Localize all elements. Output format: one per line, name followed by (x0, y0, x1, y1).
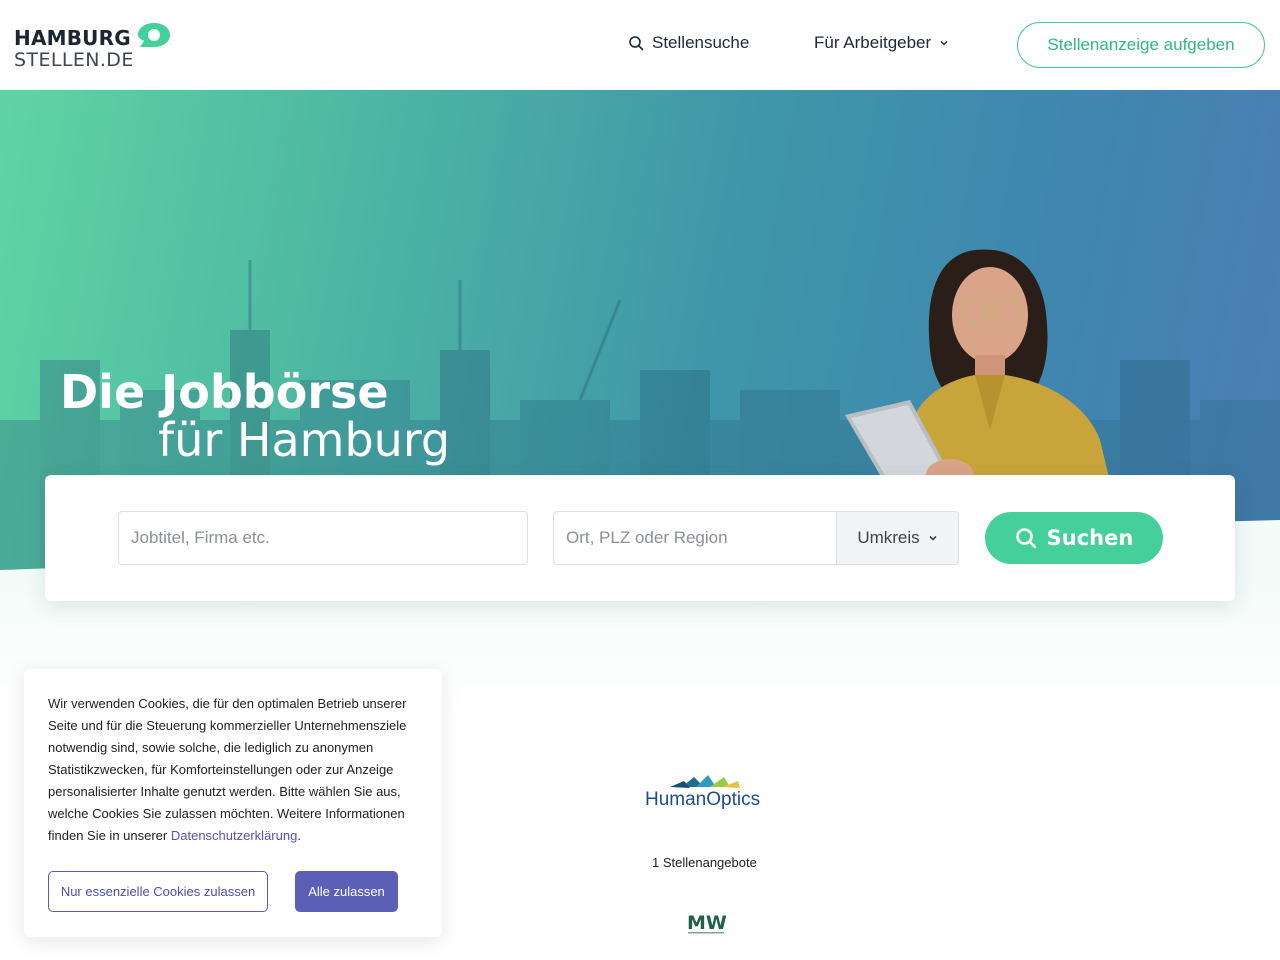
privacy-policy-link[interactable]: Datenschutzerklärung (171, 828, 297, 843)
logo-line2: STELLEN.DE (14, 49, 134, 71)
site-logo[interactable]: HAMBURG STELLEN.DE (14, 22, 174, 72)
search-icon (1015, 528, 1036, 549)
search-icon (629, 36, 644, 51)
company-job-count: 1 Stellenangebote (652, 855, 757, 870)
svg-text:HumanOptics: HumanOptics (645, 789, 760, 810)
cookie-text-body: Wir verwenden Cookies, die für den optim… (48, 696, 407, 843)
search-submit-button[interactable]: Suchen (985, 512, 1163, 564)
logo-line1: HAMBURG (14, 26, 131, 50)
chevron-down-icon (940, 41, 948, 46)
nav-stellensuche[interactable]: Stellensuche (628, 33, 749, 53)
site-header: HAMBURG STELLEN.DE Stellensuche Für Arbe… (0, 0, 1280, 90)
hero-title-line2: für Hamburg (158, 413, 451, 467)
location-input[interactable]: Ort, PLZ oder Region (553, 511, 837, 565)
nav-fuer-arbeitgeber[interactable]: Für Arbeitgeber (814, 33, 949, 53)
post-job-ad-button[interactable]: Stellenanzeige aufgeben (1017, 22, 1265, 68)
radius-select-label: Umkreis (857, 528, 920, 547)
svg-text:MW: MW (687, 912, 726, 934)
cookie-text-end: . (297, 828, 301, 843)
humanoptics-logo[interactable]: HumanOptics (644, 775, 766, 811)
radius-select[interactable]: Umkreis (836, 511, 959, 565)
nav-stellensuche-label: Stellensuche (652, 33, 750, 52)
company-logo-mw[interactable]: MW (686, 910, 726, 936)
search-submit-label: Suchen (1046, 526, 1134, 550)
accept-all-cookies-button[interactable]: Alle zulassen (295, 871, 398, 912)
chevron-down-icon (929, 535, 937, 541)
cookie-consent-banner: Wir verwenden Cookies, die für den optim… (24, 669, 442, 937)
nav-employer-label: Für Arbeitgeber (814, 33, 932, 52)
hero-title-line1: Die Jobbörse (60, 365, 389, 419)
essential-cookies-button[interactable]: Nur essenzielle Cookies zulassen (48, 871, 268, 912)
job-search-form: Jobtitel, Firma etc. Ort, PLZ oder Regio… (45, 475, 1235, 601)
job-title-input[interactable]: Jobtitel, Firma etc. (118, 511, 528, 565)
location-pin-icon (138, 23, 170, 47)
cookie-consent-text: Wir verwenden Cookies, die für den optim… (48, 693, 424, 847)
